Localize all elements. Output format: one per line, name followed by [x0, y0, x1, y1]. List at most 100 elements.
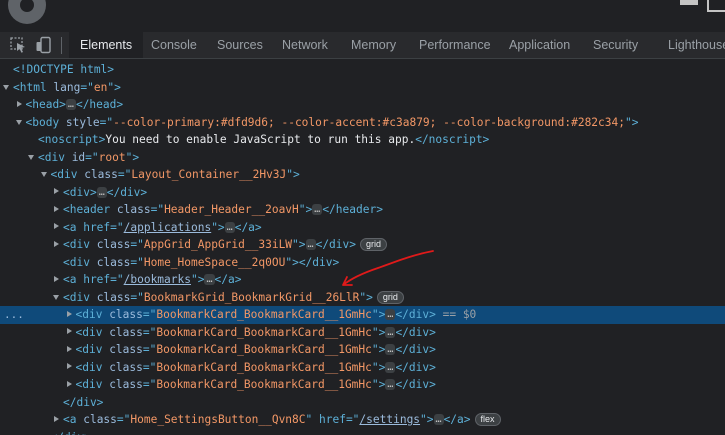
tag-markup: <!DOCTYPE html> — [13, 63, 115, 76]
elements-dom-tree[interactable]: <!DOCTYPE html> <html lang="en"> <head>… </… — [0, 59, 725, 435]
dom-node-div-close[interactable]: </div> — [0, 429, 725, 435]
collapse-triangle-icon[interactable] — [15, 114, 24, 132]
dom-node-layout-container[interactable]: <div class="Layout_Container__2Hv3J"> — [0, 166, 725, 184]
expand-triangle-icon[interactable] — [66, 324, 74, 342]
tab-lighthouse[interactable]: Lighthouse — [668, 32, 725, 58]
href-link[interactable]: /settings — [359, 413, 420, 426]
dom-node-bookmark-card[interactable]: <div class="BookmarkCard_BookmarkCard__1… — [0, 376, 725, 394]
layout-badge[interactable]: flex — [474, 413, 501, 426]
href-link[interactable]: /bookmarks — [124, 273, 191, 286]
dom-node-bookmark-card[interactable]: <div class="BookmarkCard_BookmarkCard__1… — [0, 341, 725, 359]
tag-markup: <div class="BookmarkCard_BookmarkCard__1… — [75, 343, 386, 356]
tag-markup: <noscript> — [38, 133, 106, 146]
tag-markup: <a href=" — [63, 273, 124, 286]
toolbar-separator — [61, 37, 62, 54]
collapsed-ellipsis[interactable]: … — [96, 186, 107, 198]
tab-memory[interactable]: Memory — [351, 32, 396, 58]
expand-triangle-icon[interactable] — [53, 271, 61, 289]
collapsed-ellipsis[interactable]: … — [305, 239, 316, 250]
collapse-triangle-icon[interactable] — [40, 166, 49, 184]
dom-node-bookmark-grid[interactable]: <div class="BookmarkGrid_BookmarkGrid__2… — [0, 289, 725, 307]
dom-node-bookmark-card[interactable]: <div class="BookmarkCard_BookmarkCard__1… — [0, 324, 725, 342]
tag-markup: </a> — [443, 413, 471, 426]
tab-sources[interactable]: Sources — [217, 32, 263, 58]
dom-node-body[interactable]: <body style="--color-primary:#dfd9d6; --… — [0, 114, 725, 132]
tag-markup: <div class="BookmarkCard_BookmarkCard__1… — [75, 360, 386, 374]
dom-node-applications-link[interactable]: <a href="/applications">… </a> — [0, 219, 725, 237]
dom-node-homespace[interactable]: <div class="Home_HomeSpace__2q0OU"></div… — [0, 254, 725, 272]
tab-application[interactable]: Application — [509, 32, 570, 58]
expand-triangle-icon[interactable] — [66, 359, 74, 377]
row-more-icon[interactable]: ... — [4, 306, 24, 324]
window-minimize-icon[interactable] — [680, 0, 698, 5]
tag-markup: </div> — [51, 431, 91, 435]
collapsed-ellipsis[interactable]: … — [433, 414, 444, 425]
layout-badge[interactable]: grid — [376, 290, 404, 304]
collapse-triangle-icon[interactable] — [53, 289, 61, 307]
tab-elements[interactable]: Elements — [69, 32, 144, 58]
dom-node-noscript[interactable]: <noscript>You need to enable JavaScript … — [0, 131, 725, 149]
collapsed-ellipsis[interactable]: … — [312, 204, 323, 215]
expand-triangle-icon[interactable] — [66, 306, 74, 324]
collapse-triangle-icon[interactable] — [3, 79, 11, 97]
tag-markup: </div> — [298, 255, 340, 269]
tag-markup: </div> — [395, 308, 436, 321]
tag-markup: <body style="--color-primary:#dfd9d6; --… — [25, 115, 639, 129]
inspect-element-icon[interactable] — [9, 36, 27, 54]
collapsed-ellipsis[interactable]: … — [204, 274, 215, 285]
tag-markup: <div class="AppGrid_AppGrid__33iLW"> — [63, 238, 306, 251]
dom-node-bookmark-card[interactable]: ... <div class="BookmarkCard_BookmarkCard… — [0, 306, 725, 324]
tag-markup: </noscript> — [415, 133, 490, 146]
tag-markup: </head> — [75, 98, 124, 111]
expand-triangle-icon[interactable] — [53, 184, 61, 202]
tab-performance[interactable]: Performance — [419, 32, 491, 58]
dom-node-div[interactable]: <div>… </div> — [0, 184, 725, 202]
collapsed-ellipsis[interactable]: … — [385, 326, 396, 338]
settings-gear-icon[interactable] — [8, 0, 46, 24]
expand-triangle-icon[interactable] — [53, 219, 61, 237]
tag-markup: </a> — [214, 273, 242, 286]
dom-node-appgrid[interactable]: <div class="AppGrid_AppGrid__33iLW">… </d… — [0, 236, 725, 254]
tag-markup: </div> — [395, 343, 436, 356]
dom-node-settings-link[interactable]: <a class="Home_SettingsButton__Qvn8C" hr… — [0, 411, 725, 429]
dom-node-head[interactable]: <head>… </head> — [0, 96, 725, 114]
dom-node-div-root[interactable]: <div id="root"> — [0, 149, 725, 167]
tag-markup: </div> — [106, 185, 148, 199]
tag-markup: </div> — [395, 360, 436, 374]
collapsed-ellipsis[interactable]: … — [385, 344, 396, 355]
tag-markup: <html lang="en"> — [13, 80, 121, 94]
expand-triangle-icon[interactable] — [16, 96, 24, 114]
window-maximize-icon[interactable] — [707, 0, 725, 12]
expand-triangle-icon[interactable] — [66, 376, 74, 394]
dom-node-header[interactable]: <header class="Header_Header__2oavH">… </… — [0, 201, 725, 219]
tag-markup: <div class="BookmarkCard_BookmarkCard__1… — [75, 378, 386, 391]
dom-node-doctype[interactable]: <!DOCTYPE html> — [0, 61, 725, 79]
collapsed-ellipsis[interactable]: … — [385, 361, 396, 373]
tab-security[interactable]: Security — [593, 32, 638, 58]
dom-node-html[interactable]: <html lang="en"> — [0, 79, 725, 97]
expand-triangle-icon[interactable] — [53, 411, 61, 429]
href-link[interactable]: /applications — [124, 221, 212, 234]
tag-markup: <div id="root"> — [38, 150, 140, 164]
collapsed-ellipsis[interactable]: … — [385, 379, 396, 390]
tag-markup: </div> — [395, 378, 436, 391]
expand-triangle-icon[interactable] — [66, 341, 74, 359]
dom-node-bookmark-card[interactable]: <div class="BookmarkCard_BookmarkCard__1… — [0, 359, 725, 377]
collapsed-ellipsis[interactable]: … — [65, 99, 76, 110]
tab-network[interactable]: Network — [282, 32, 328, 58]
collapsed-ellipsis[interactable]: … — [385, 309, 396, 320]
text-node: You need to enable JavaScript to run thi… — [105, 133, 416, 146]
tag-markup: <div class="Layout_Container__2Hv3J"> — [50, 168, 300, 181]
tag-markup: <div class="BookmarkGrid_BookmarkGrid__2… — [63, 290, 373, 304]
collapsed-ellipsis[interactable]: … — [224, 221, 235, 233]
tab-console[interactable]: Console — [151, 32, 197, 58]
expand-triangle-icon[interactable] — [53, 236, 61, 254]
dom-node-div-close[interactable]: </div> — [0, 394, 725, 412]
expand-triangle-icon[interactable] — [53, 201, 61, 219]
layout-badge[interactable]: grid — [360, 238, 388, 251]
dom-node-bookmarks-link[interactable]: <a href="/bookmarks">… </a> — [0, 271, 725, 289]
tag-markup: </header> — [322, 203, 383, 216]
collapse-triangle-icon[interactable] — [28, 149, 36, 167]
tag-markup: </a> — [234, 220, 262, 234]
device-toolbar-icon[interactable] — [35, 36, 53, 54]
